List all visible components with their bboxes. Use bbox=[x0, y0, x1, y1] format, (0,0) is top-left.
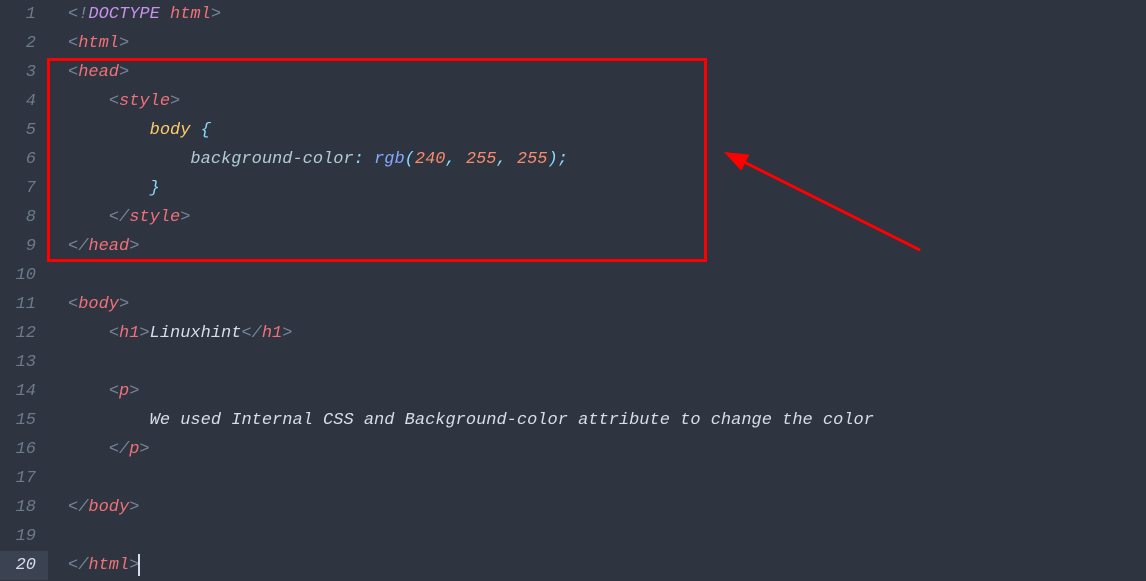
line-number: 15 bbox=[0, 406, 36, 435]
code-area[interactable]: <!DOCTYPE html> <html> <head> <style> bo… bbox=[48, 0, 1146, 581]
code-line[interactable]: </body> bbox=[68, 493, 1146, 522]
code-line[interactable]: <!DOCTYPE html> bbox=[68, 0, 1146, 29]
line-number: 3 bbox=[0, 58, 36, 87]
line-number: 17 bbox=[0, 464, 36, 493]
code-line[interactable] bbox=[68, 522, 1146, 551]
code-line[interactable]: </head> bbox=[68, 232, 1146, 261]
code-line[interactable]: } bbox=[68, 174, 1146, 203]
text-cursor bbox=[138, 554, 140, 576]
line-number: 7 bbox=[0, 174, 36, 203]
line-number-gutter: 1 2 3 4 5 6 7 8 9 10 11 12 13 14 15 16 1… bbox=[0, 0, 48, 581]
line-number: 16 bbox=[0, 435, 36, 464]
line-number: 20 bbox=[0, 551, 48, 580]
code-line[interactable]: <html> bbox=[68, 29, 1146, 58]
code-line[interactable]: <p> bbox=[68, 377, 1146, 406]
code-editor[interactable]: 1 2 3 4 5 6 7 8 9 10 11 12 13 14 15 16 1… bbox=[0, 0, 1146, 581]
code-line[interactable]: We used Internal CSS and Background-colo… bbox=[68, 406, 1146, 435]
code-line[interactable] bbox=[68, 348, 1146, 377]
line-number: 6 bbox=[0, 145, 36, 174]
line-number: 2 bbox=[0, 29, 36, 58]
code-line[interactable]: </html> bbox=[68, 551, 1146, 580]
line-number: 10 bbox=[0, 261, 36, 290]
line-number: 14 bbox=[0, 377, 36, 406]
line-number: 19 bbox=[0, 522, 36, 551]
line-number: 1 bbox=[0, 0, 36, 29]
line-number: 9 bbox=[0, 232, 36, 261]
line-number: 11 bbox=[0, 290, 36, 319]
code-line[interactable]: <head> bbox=[68, 58, 1146, 87]
line-number: 18 bbox=[0, 493, 36, 522]
code-line[interactable]: body { bbox=[68, 116, 1146, 145]
code-line[interactable]: background-color: rgb(240, 255, 255); bbox=[68, 145, 1146, 174]
code-line[interactable]: <style> bbox=[68, 87, 1146, 116]
code-line[interactable]: </style> bbox=[68, 203, 1146, 232]
code-line[interactable]: <body> bbox=[68, 290, 1146, 319]
line-number: 8 bbox=[0, 203, 36, 232]
line-number: 12 bbox=[0, 319, 36, 348]
line-number: 4 bbox=[0, 87, 36, 116]
code-line[interactable]: <h1>Linuxhint</h1> bbox=[68, 319, 1146, 348]
code-line[interactable] bbox=[68, 464, 1146, 493]
line-number: 5 bbox=[0, 116, 36, 145]
code-line[interactable] bbox=[68, 261, 1146, 290]
line-number: 13 bbox=[0, 348, 36, 377]
code-line[interactable]: </p> bbox=[68, 435, 1146, 464]
